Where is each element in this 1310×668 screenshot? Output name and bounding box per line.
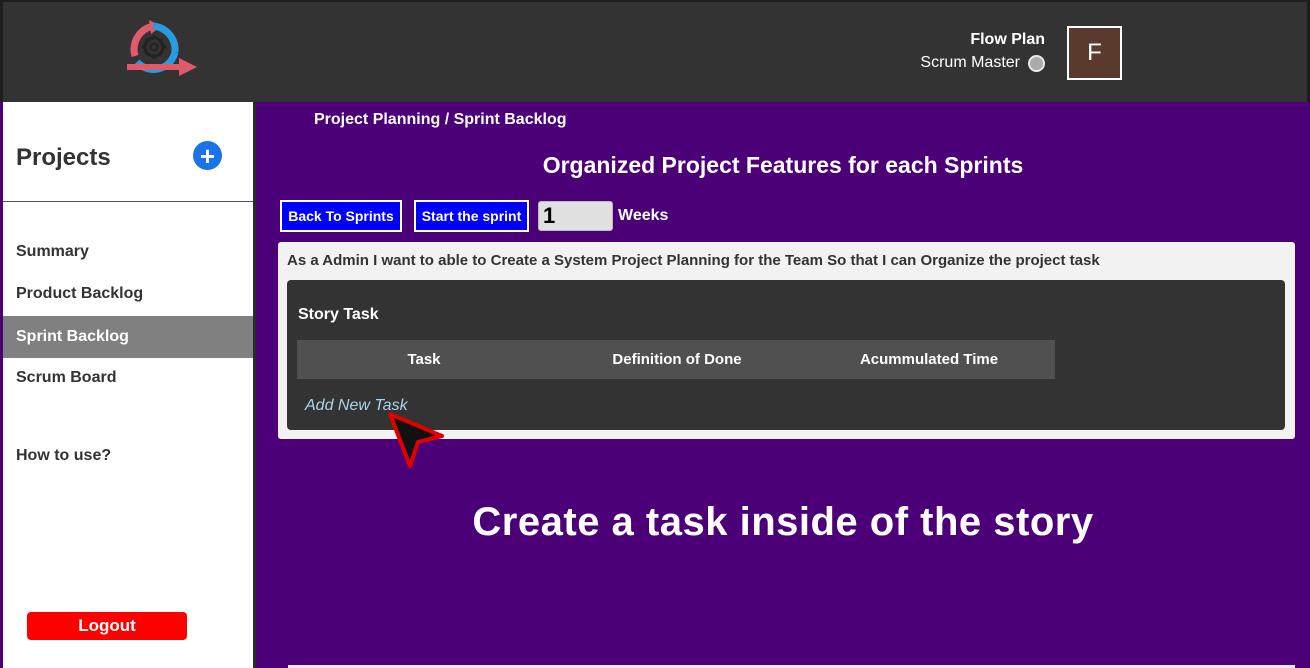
sidebar-edge [253, 102, 256, 668]
user-role-row: Scrum Master [920, 54, 1045, 72]
logout-button[interactable]: Logout [27, 612, 187, 640]
top-bar: Flow Plan Scrum Master F [0, 0, 1310, 102]
story-text: As a Admin I want to able to Create a Sy… [287, 252, 1100, 269]
sidebar-item-product-backlog[interactable]: Product Backlog [3, 273, 253, 315]
sidebar: Projects + Summary Product Backlog Sprin… [3, 102, 253, 668]
sidebar-item-scrum-board[interactable]: Scrum Board [3, 357, 253, 399]
sidebar-divider [3, 201, 253, 202]
sidebar-item-how-to-use[interactable]: How to use? [3, 435, 253, 477]
story-task-panel: Story Task Task Definition of Done Acumm… [287, 280, 1285, 430]
sidebar-item-summary[interactable]: Summary [3, 231, 253, 273]
back-to-sprints-button[interactable]: Back To Sprints [280, 200, 402, 232]
start-sprint-button[interactable]: Start the sprint [414, 200, 529, 232]
page-title: Organized Project Features for each Spri… [542, 152, 1024, 178]
user-name: Flow Plan [970, 31, 1045, 48]
plus-icon: + [199, 140, 216, 171]
pointer-cursor-icon [388, 412, 448, 472]
flowplan-logo[interactable] [123, 18, 199, 82]
column-header-definition-of-done: Definition of Done [612, 351, 742, 368]
logo-graphic [127, 20, 197, 76]
column-header-accumulated-time: Acummulated Time [859, 351, 999, 368]
breadcrumb: Project Planning / Sprint Backlog [314, 111, 567, 128]
weeks-input[interactable]: 1 [538, 201, 613, 231]
story-card: As a Admin I want to able to Create a Sy… [278, 242, 1295, 439]
status-indicator-icon [1028, 54, 1045, 72]
user-role: Scrum Master [920, 54, 1020, 71]
sidebar-item-sprint-backlog[interactable]: Sprint Backlog [3, 316, 253, 358]
avatar[interactable]: F [1067, 26, 1122, 80]
weeks-label: Weeks [618, 207, 669, 224]
projects-title: Projects [16, 144, 111, 171]
task-table-header: Task Definition of Done Acummulated Time [297, 340, 1055, 379]
add-project-button[interactable]: + [193, 141, 222, 170]
story-task-title: Story Task [298, 306, 379, 323]
user-info: Flow Plan Scrum Master [920, 31, 1045, 72]
tutorial-caption: Create a task inside of the story [472, 500, 1094, 544]
column-header-task: Task [407, 351, 441, 368]
